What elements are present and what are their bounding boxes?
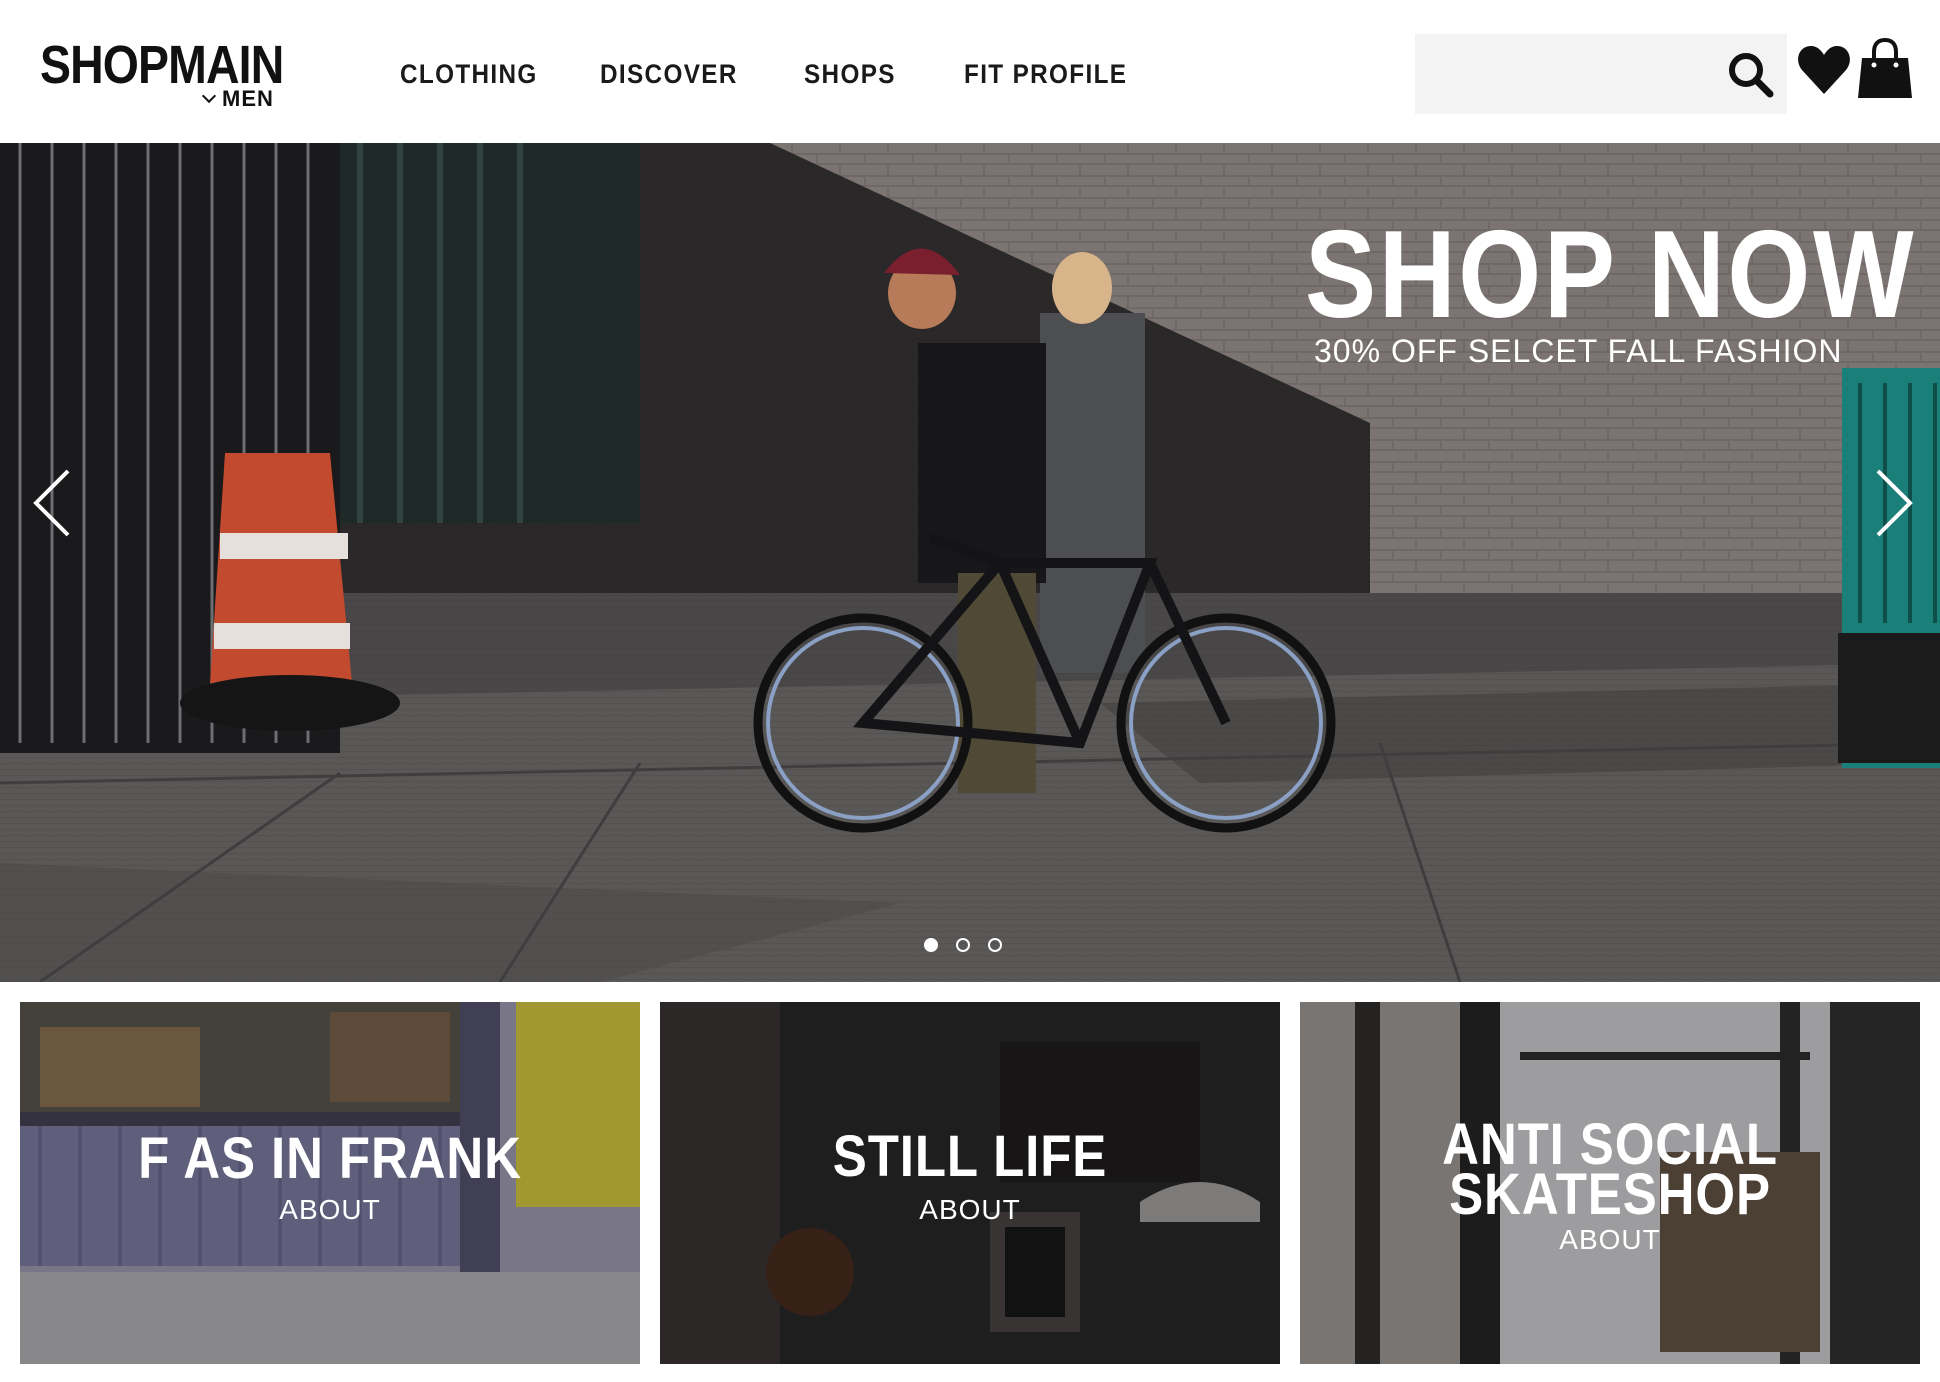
featured-shops: F AS IN FRANK ABOUT STILL LIFE ABOUT ANT… xyxy=(20,1002,1920,1364)
hero-carousel[interactable]: SHOP NOW 30% OFF SELCET FALL FASHION xyxy=(0,143,1940,982)
shop-card-anti-social-skateshop[interactable]: ANTI SOCIAL SKATESHOP ABOUT xyxy=(1300,1002,1920,1364)
shop-card-title-line2: SKATESHOP xyxy=(1449,1162,1771,1227)
shop-card-about-link[interactable]: ABOUT xyxy=(20,1194,640,1226)
shop-card-title: STILL LIFE xyxy=(832,1124,1108,1189)
logo[interactable]: SHOPMAIN MEN xyxy=(40,38,300,118)
chevron-down-icon[interactable] xyxy=(201,88,217,104)
section-label[interactable]: MEN xyxy=(222,88,274,110)
hero-title: SHOP NOW xyxy=(1305,206,1917,344)
shopping-bag-icon[interactable] xyxy=(1856,38,1914,100)
carousel-dot[interactable] xyxy=(988,938,1002,952)
site-header: SHOPMAIN MEN CLOTHING DISCOVER SHOPS FIT… xyxy=(0,0,1940,143)
search-box xyxy=(1415,34,1787,114)
hero-subtitle: 30% OFF SELCET FALL FASHION xyxy=(1314,333,1843,369)
search-input[interactable] xyxy=(1415,34,1715,114)
nav-clothing[interactable]: CLOTHING xyxy=(400,56,536,92)
nav-fit-profile[interactable]: FIT PROFILE xyxy=(964,56,1126,92)
nav-shops[interactable]: SHOPS xyxy=(804,56,894,92)
logo-text[interactable]: SHOPMAIN xyxy=(40,38,284,92)
section-switcher[interactable]: MEN xyxy=(201,88,274,110)
heart-icon[interactable] xyxy=(1797,42,1851,98)
carousel-dot[interactable] xyxy=(956,938,970,952)
carousel-pagination xyxy=(924,938,1002,952)
shop-card-still-life[interactable]: STILL LIFE ABOUT xyxy=(660,1002,1280,1364)
shop-card-title: F AS IN FRANK xyxy=(138,1126,522,1191)
carousel-dot[interactable] xyxy=(924,938,938,952)
chevron-left-icon[interactable] xyxy=(20,463,80,543)
search-icon[interactable] xyxy=(1725,49,1777,101)
chevron-right-icon[interactable] xyxy=(1866,463,1926,543)
main-nav: CLOTHING DISCOVER SHOPS FIT PROFILE xyxy=(400,56,1204,92)
nav-discover[interactable]: DISCOVER xyxy=(600,56,736,92)
shop-card-about-link[interactable]: ABOUT xyxy=(660,1194,1280,1226)
shop-card-f-as-in-frank[interactable]: F AS IN FRANK ABOUT xyxy=(20,1002,640,1364)
shop-card-about-link[interactable]: ABOUT xyxy=(1300,1224,1920,1256)
